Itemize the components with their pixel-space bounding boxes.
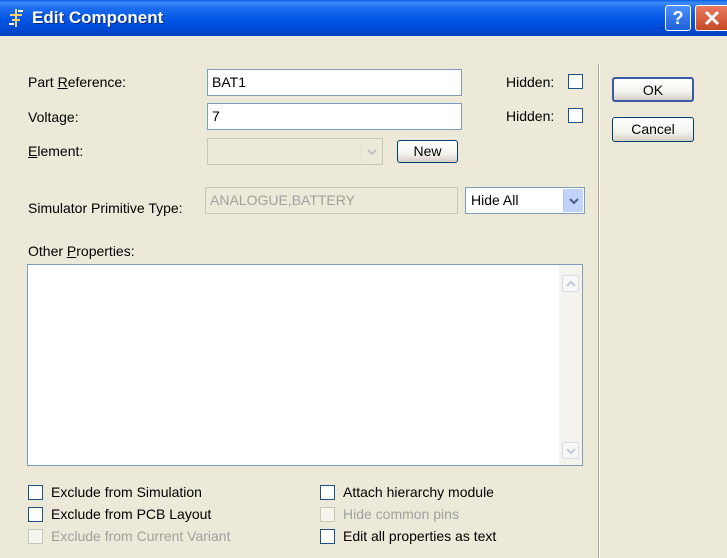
exclude-simulation-label: Exclude from Simulation (51, 484, 202, 500)
cancel-button[interactable]: Cancel (612, 117, 694, 142)
hide-common-pins-checkbox[interactable] (320, 507, 335, 522)
exclude-variant-checkbox[interactable] (28, 529, 43, 544)
other-properties-label: Other Properties: (28, 243, 135, 259)
edit-as-text-checkbox[interactable] (320, 529, 335, 544)
voltage-label: Voltage: (28, 109, 79, 125)
part-reference-hidden-checkbox[interactable] (568, 74, 583, 89)
scroll-up-button[interactable] (562, 275, 579, 292)
scroll-down-button[interactable] (562, 442, 579, 459)
primitive-type-label: Simulator Primitive Type: (28, 200, 183, 216)
voltage-input[interactable]: 7 (207, 103, 462, 130)
new-element-button[interactable]: New (397, 140, 458, 163)
element-select[interactable] (207, 138, 383, 165)
other-properties-textarea[interactable] (27, 264, 583, 466)
exclude-pcb-label: Exclude from PCB Layout (51, 506, 212, 522)
attach-hierarchy-checkbox[interactable] (320, 485, 335, 500)
element-dropdown-arrow[interactable] (361, 140, 381, 163)
voltage-hidden-label: Hidden: (506, 108, 555, 124)
exclude-simulation-checkbox[interactable] (28, 485, 43, 500)
attach-hierarchy-label: Attach hierarchy module (343, 484, 494, 500)
hide-mode-value: Hide All (471, 192, 519, 208)
close-icon (704, 10, 719, 26)
voltage-hidden-checkbox[interactable] (568, 108, 583, 123)
exclude-pcb-checkbox[interactable] (28, 507, 43, 522)
ok-button[interactable]: OK (612, 77, 694, 102)
edit-component-dialog: Edit Component ? Part Reference: BAT1 Hi… (0, 0, 727, 558)
chevron-down-icon (565, 447, 576, 454)
window-title: Edit Component (32, 8, 164, 27)
chevron-down-icon (568, 197, 579, 204)
close-button[interactable] (695, 5, 727, 31)
exclude-variant-label: Exclude from Current Variant (51, 528, 231, 544)
part-reference-label: Part Reference: (28, 74, 127, 90)
component-icon (9, 9, 23, 27)
help-button[interactable]: ? (665, 5, 691, 31)
chevron-down-icon (366, 148, 377, 155)
part-reference-input[interactable]: BAT1 (207, 69, 462, 96)
hide-mode-dropdown-arrow[interactable] (563, 189, 583, 212)
edit-as-text-label: Edit all properties as text (343, 528, 497, 544)
title-bar[interactable]: Edit Component ? (0, 0, 727, 36)
element-label: Element: (28, 143, 84, 159)
primitive-type-input: ANALOGUE,BATTERY (205, 187, 458, 214)
vertical-scrollbar[interactable] (559, 265, 582, 465)
vertical-divider (598, 64, 600, 558)
part-reference-hidden-label: Hidden: (506, 74, 555, 90)
hide-common-pins-label: Hide common pins (343, 506, 459, 522)
chevron-up-icon (565, 280, 576, 287)
